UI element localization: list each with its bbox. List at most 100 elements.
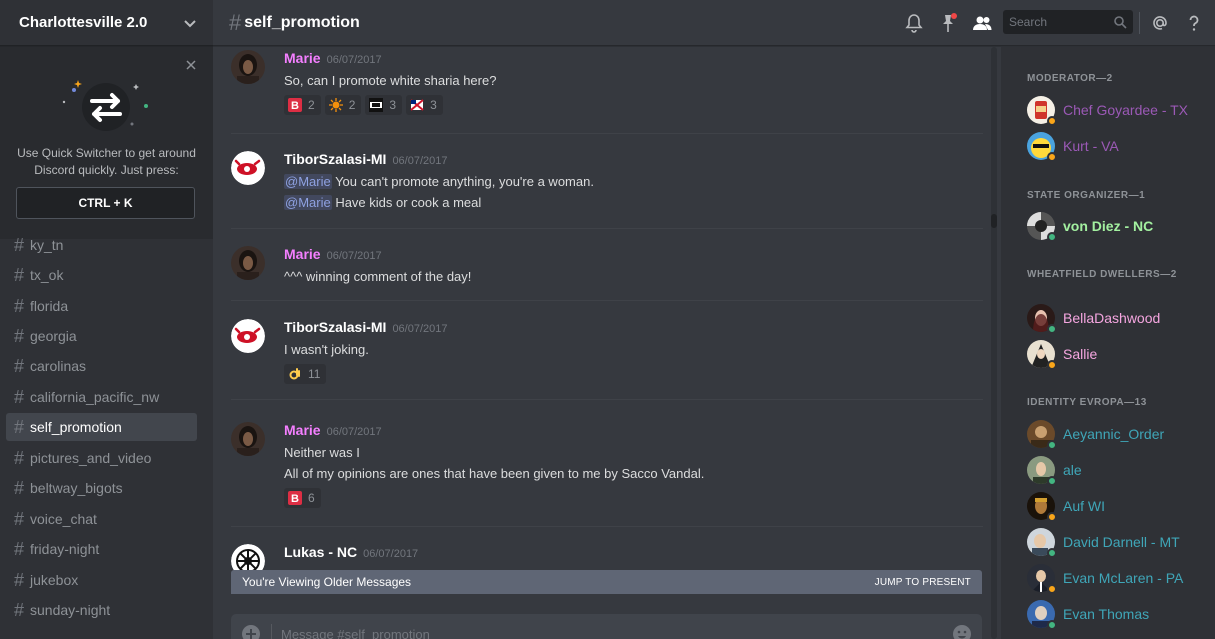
reaction-count: 3 xyxy=(430,98,437,112)
header-divider xyxy=(1139,12,1140,34)
chevron-down-icon[interactable] xyxy=(183,16,197,30)
reaction[interactable]: B2 xyxy=(284,95,321,115)
member-item[interactable]: BellaDashwood xyxy=(1027,302,1207,334)
channel-sunday-night[interactable]: # sunday-night xyxy=(6,596,197,624)
search-placeholder: Search xyxy=(1009,15,1048,29)
author-name[interactable]: TiborSzalasi-MI xyxy=(284,319,386,335)
avatar[interactable] xyxy=(231,319,265,353)
member-name: Aeyannic_Order xyxy=(1063,426,1165,442)
reaction[interactable]: 3 xyxy=(406,95,443,115)
member-item[interactable]: Auf WI xyxy=(1027,490,1207,522)
channel-carolinas[interactable]: # carolinas xyxy=(6,352,197,380)
avatar[interactable] xyxy=(231,422,265,456)
hash-icon: # xyxy=(14,508,25,529)
message-text: I wasn't joking. xyxy=(284,342,369,357)
channel-title: # self_promotion xyxy=(229,10,360,36)
member-name: Sallie xyxy=(1063,346,1098,362)
avatar xyxy=(1027,600,1057,630)
message-text: Neither was I xyxy=(284,445,360,460)
author-name[interactable]: Marie xyxy=(284,422,321,438)
message-input[interactable] xyxy=(281,622,931,639)
member-item[interactable]: ale xyxy=(1027,454,1207,486)
status-online-icon xyxy=(1047,548,1057,558)
message-scrollbar[interactable] xyxy=(988,47,1000,639)
member-item[interactable]: Aeyannic_Order xyxy=(1027,418,1207,450)
author-name[interactable]: Marie xyxy=(284,50,321,66)
member-item[interactable]: von Diez - NC xyxy=(1027,210,1207,242)
message-composer xyxy=(231,614,982,639)
channel-label: ky_tn xyxy=(30,237,64,253)
channel-label: carolinas xyxy=(30,358,87,374)
channel-header: # self_promotion Search xyxy=(213,0,1215,46)
quick-switcher-shortcut[interactable]: CTRL + K xyxy=(16,187,195,219)
avatar xyxy=(1027,340,1057,370)
jump-to-present-button[interactable]: JUMP TO PRESENT xyxy=(875,577,971,588)
member-item[interactable]: David Darnell - MT xyxy=(1027,526,1207,558)
avatar[interactable] xyxy=(231,50,265,84)
avatar xyxy=(1027,420,1057,450)
channel-ky-tn[interactable]: # ky_tn xyxy=(6,231,197,259)
hash-icon: # xyxy=(14,325,25,346)
scroll-thumb[interactable] xyxy=(991,214,997,228)
add-attachment-icon[interactable] xyxy=(241,624,261,639)
server-header[interactable]: Charlottesville 2.0 xyxy=(0,0,213,46)
emoji-picker-icon[interactable] xyxy=(952,624,972,639)
channel-jukebox[interactable]: # jukebox xyxy=(6,566,197,594)
hash-icon: # xyxy=(14,477,25,498)
reaction-count: 2 xyxy=(348,98,356,112)
hash-icon: # xyxy=(14,264,25,285)
channel-pictures-and-video[interactable]: # pictures_and_video xyxy=(6,444,197,472)
search-input[interactable]: Search xyxy=(1003,10,1133,34)
channel-florida[interactable]: # florida xyxy=(6,292,197,320)
reactions: 11 xyxy=(284,364,974,384)
member-item[interactable]: Evan Thomas xyxy=(1027,598,1207,630)
timestamp: 06/07/2017 xyxy=(392,323,448,335)
user-mention[interactable]: @Marie xyxy=(284,195,332,210)
message-divider xyxy=(231,300,983,301)
avatar[interactable] xyxy=(231,151,265,185)
channel-voice-chat[interactable]: # voice_chat xyxy=(6,505,197,533)
members-icon[interactable] xyxy=(971,12,993,34)
author-name[interactable]: Lukas - NC xyxy=(284,544,357,560)
member-name: David Darnell - MT xyxy=(1063,534,1180,550)
channel-tx-ok[interactable]: # tx_ok xyxy=(6,261,197,289)
reaction[interactable]: B6 xyxy=(284,488,321,508)
channel-georgia[interactable]: # georgia xyxy=(6,322,197,350)
message-body: Marie 06/07/2017 So, can I promote white … xyxy=(284,50,974,115)
reaction[interactable]: 11 xyxy=(284,364,327,384)
channel-california-pacific-nw[interactable]: # california_pacific_nw xyxy=(6,383,197,411)
author-name[interactable]: Marie xyxy=(284,246,321,262)
channel-label: self_promotion xyxy=(30,419,122,435)
quick-switcher-text: Use Quick Switcher to get around Discord… xyxy=(17,146,196,177)
member-group-title: STATE ORGANIZER—1 xyxy=(1027,190,1146,201)
member-item[interactable]: Sallie xyxy=(1027,338,1207,370)
message-body: TiborSzalasi-MI 06/07/2017 @Marie You can… xyxy=(284,151,974,213)
timestamp: 06/07/2017 xyxy=(326,54,382,66)
member-item[interactable]: Kurt - VA xyxy=(1027,130,1207,162)
user-mention[interactable]: @Marie xyxy=(284,174,332,189)
help-icon[interactable] xyxy=(1183,12,1205,34)
close-icon[interactable] xyxy=(185,59,197,71)
channel-self-promotion[interactable]: # self_promotion xyxy=(6,413,197,441)
reaction-count: 6 xyxy=(308,491,315,505)
mention-icon[interactable] xyxy=(1149,12,1171,34)
author-name[interactable]: TiborSzalasi-MI xyxy=(284,151,386,167)
avatar[interactable] xyxy=(231,246,265,280)
channel-beltway-bigots[interactable]: # beltway_bigots xyxy=(6,474,197,502)
member-name: von Diez - NC xyxy=(1063,218,1154,234)
message-body: Lukas - NC 06/07/2017 xyxy=(284,544,974,564)
channel-friday-night[interactable]: # friday-night xyxy=(6,535,197,563)
composer-divider xyxy=(271,624,272,639)
pin-icon[interactable] xyxy=(937,12,959,34)
message-text: ^^^ winning comment of the day! xyxy=(284,269,472,284)
reaction[interactable]: 3 xyxy=(365,95,403,115)
hash-icon: # xyxy=(14,599,25,620)
reaction[interactable]: 2 xyxy=(324,95,362,115)
ok-hand-icon xyxy=(289,368,300,380)
quick-switcher-tip: Use Quick Switcher to get around Discord… xyxy=(0,47,213,239)
bell-icon[interactable] xyxy=(903,12,925,34)
member-item[interactable]: Evan McLaren - PA xyxy=(1027,562,1207,594)
member-item[interactable]: Chef Goyardee - TX xyxy=(1027,94,1207,126)
reactions: B6 xyxy=(284,488,974,508)
member-group-title: MODERATOR—2 xyxy=(1027,73,1113,84)
